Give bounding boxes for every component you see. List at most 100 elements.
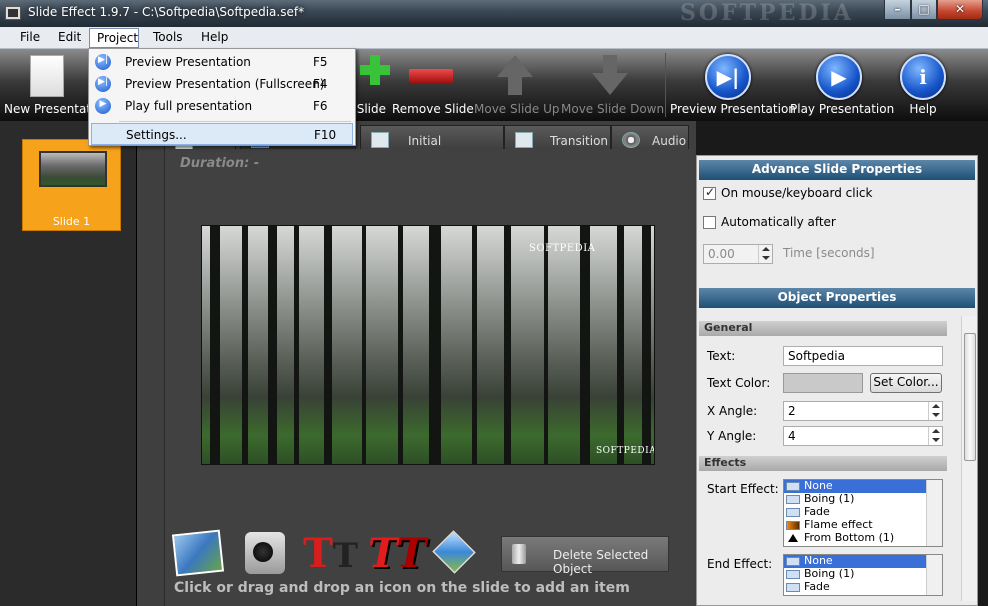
effect-icon [786,508,800,517]
menu-item-shortcut: F6 [313,99,328,113]
arrow-up-stem [508,77,522,95]
slide-canvas[interactable]: SOFTPEDIA SOFTPEDIA® [201,225,655,465]
text-letter: T [303,530,333,577]
delete-selected-label: Delete Selected Object [553,548,649,576]
list-item-label: Fade [804,580,830,593]
end-effect-list[interactable]: None Boing (1) Fade [783,554,943,596]
text-letter: T [368,530,397,577]
move-slide-up-button[interactable]: Move Slide Up [474,49,560,121]
maximize-icon: □ [918,2,930,16]
tab-label: Transition [550,134,609,148]
text-input[interactable]: Softpedia [783,346,943,366]
slide-thumbnail-image [39,151,107,187]
transition-icon [371,132,389,148]
play-presentation-button[interactable]: ▶ Play Presentation [790,49,895,121]
text-color-label: Text Color: [707,376,771,390]
tree-trunk [324,226,332,464]
canvas-watermark-bottom[interactable]: SOFTPEDIA® [596,446,654,456]
insert-video-icon[interactable] [245,532,285,574]
spin-arrows-icon[interactable] [928,427,942,445]
new-presentation-label: New Presentat [4,102,92,116]
arrow-down-icon [592,73,628,95]
end-effect-label: End Effect: [707,557,773,571]
spin-arrows-icon[interactable] [758,245,772,263]
canvas-watermark-top[interactable]: SOFTPEDIA [529,243,595,254]
properties-scrollbar[interactable] [961,316,977,601]
delete-selected-object-button[interactable]: Delete Selected Object [501,536,669,576]
tree-trunk [504,226,511,464]
menu-item-shortcut: F10 [314,128,337,142]
effect-icon [786,482,800,491]
list-scrollbar[interactable] [926,480,942,546]
on-click-checkbox[interactable] [703,185,716,200]
list-item-label: Flame effect [804,518,873,531]
flame-icon [786,521,800,530]
audio-icon [622,132,640,148]
slides-panel: Slide 1 [0,121,137,606]
text-label: Text: [707,349,736,363]
menu-item-settings[interactable]: Settings... F10 [91,123,353,145]
tree-trunk [642,226,651,464]
list-scrollbar[interactable] [926,555,942,595]
general-group-header: General [699,321,947,336]
x-angle-input[interactable]: 2 [783,401,943,421]
maximize-button[interactable]: □ [911,0,937,20]
spin-arrows-icon[interactable] [928,402,942,420]
play-icon: ▶ [816,54,862,100]
menu-item-preview-fullscreen[interactable]: ▶| Preview Presentation (Fullscreen) F4 [91,73,353,95]
new-presentation-button[interactable]: New Presentat [4,49,92,121]
menu-edit[interactable]: Edit [58,30,81,44]
text-letter-shadow: T [332,536,359,576]
x-angle-label: X Angle: [707,404,758,418]
help-label: Help [909,102,937,116]
slide-thumbnail[interactable]: Slide 1 [22,139,121,231]
text-color-swatch[interactable] [783,373,863,393]
list-item-label: Fade [804,505,830,518]
document-icon [30,55,64,97]
insert-text-icon[interactable]: TT [303,532,358,578]
start-effect-label: Start Effect: [707,482,779,496]
insert-3d-text-icon[interactable]: TT [368,532,426,576]
trash-icon [512,544,526,564]
play-presentation-label: Play Presentation [790,102,895,116]
menu-item-preview-presentation[interactable]: ▶| Preview Presentation F5 [91,51,353,73]
menu-item-label: Play full presentation [125,99,253,113]
time-value: 0.00 [708,247,735,261]
list-item[interactable]: From Bottom (1) [784,532,942,545]
effect-icon [786,495,800,504]
insert-picture-icon[interactable] [171,529,225,577]
menu-file[interactable]: File [20,30,40,44]
menu-tools[interactable]: Tools [153,30,183,44]
remove-slide-button[interactable]: Remove Slide [392,49,474,121]
tree-trunk [580,226,590,464]
menu-item-label: Preview Presentation [125,55,251,69]
effect-icon [786,583,800,592]
close-button[interactable]: ✕ [937,0,983,20]
window-title: Slide Effect 1.9.7 - C:\Softpedia\Softpe… [28,5,305,19]
start-effect-list[interactable]: None Boing (1) Fade Flame effect From Bo… [783,479,943,547]
preview-icon: ▶| [95,54,111,70]
menu-help[interactable]: Help [201,30,228,44]
scrollbar-thumb[interactable] [964,333,976,461]
y-angle-input[interactable]: 4 [783,426,943,446]
list-item[interactable]: Fade [784,581,942,594]
time-seconds-input[interactable]: 0.00 [703,244,773,264]
tree-trunk [617,226,624,464]
minimize-button[interactable]: – [884,0,911,20]
preview-presentation-button[interactable]: ▶| Preview Presentation [670,49,796,121]
object-properties-header: Object Properties [699,288,975,308]
add-slide-button[interactable]: Slide [350,49,390,121]
transition-icon [515,132,533,148]
x-angle-value: 2 [788,404,796,418]
move-slide-down-button[interactable]: Move Slide Down [561,49,664,121]
hint-text: Click or drag and drop an icon on the sl… [174,580,630,596]
effect-icon [786,570,800,579]
text-letter-shadow: T [396,530,427,577]
list-item-label: None [804,554,833,567]
menu-item-play-full[interactable]: ▶ Play full presentation F6 [91,95,353,117]
help-button[interactable]: i Help [896,49,950,121]
auto-after-checkbox[interactable] [703,216,716,229]
project-menu-dropdown: ▶| Preview Presentation F5 ▶| Preview Pr… [88,48,356,146]
menu-project[interactable]: Project [89,28,139,48]
set-color-button[interactable]: Set Color... [870,373,942,393]
